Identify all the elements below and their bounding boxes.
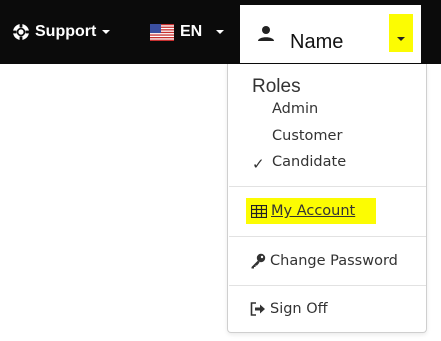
top-navbar: Support EN Name bbox=[0, 0, 441, 64]
user-menu-button[interactable]: Name bbox=[240, 5, 421, 63]
menu-divider bbox=[229, 236, 426, 237]
menu-divider bbox=[229, 186, 426, 187]
table-icon bbox=[251, 204, 267, 218]
us-flag-icon bbox=[150, 23, 174, 41]
language-label: EN bbox=[180, 23, 203, 40]
change-password-label: Change Password bbox=[270, 253, 398, 269]
role-admin[interactable]: Admin bbox=[272, 101, 318, 117]
sign-out-icon bbox=[250, 302, 265, 316]
check-icon: ✓ bbox=[252, 155, 265, 173]
role-candidate[interactable]: Candidate bbox=[272, 154, 346, 170]
menu-divider bbox=[229, 285, 426, 286]
caret-down-icon bbox=[216, 30, 225, 34]
caret-down-icon bbox=[397, 37, 405, 41]
user-dropdown-menu: Roles Admin Customer ✓ Candidate My Acco… bbox=[227, 64, 427, 333]
user-icon bbox=[258, 26, 274, 41]
support-label: Support bbox=[35, 23, 97, 40]
my-account-link[interactable]: My Account bbox=[246, 198, 376, 224]
user-menu-caret[interactable] bbox=[389, 14, 413, 52]
sign-off-link[interactable]: Sign Off bbox=[250, 297, 328, 321]
lifebuoy-icon bbox=[13, 24, 29, 40]
role-customer[interactable]: Customer bbox=[272, 128, 342, 144]
roles-heading: Roles bbox=[252, 76, 301, 97]
language-menu[interactable]: EN bbox=[150, 0, 225, 64]
caret-down-icon bbox=[102, 30, 111, 34]
user-name: Name bbox=[290, 31, 344, 53]
key-icon bbox=[251, 253, 266, 269]
my-account-label: My Account bbox=[271, 203, 356, 219]
support-menu[interactable]: Support bbox=[12, 0, 111, 64]
sign-off-label: Sign Off bbox=[270, 301, 328, 317]
change-password-link[interactable]: Change Password bbox=[250, 249, 398, 273]
